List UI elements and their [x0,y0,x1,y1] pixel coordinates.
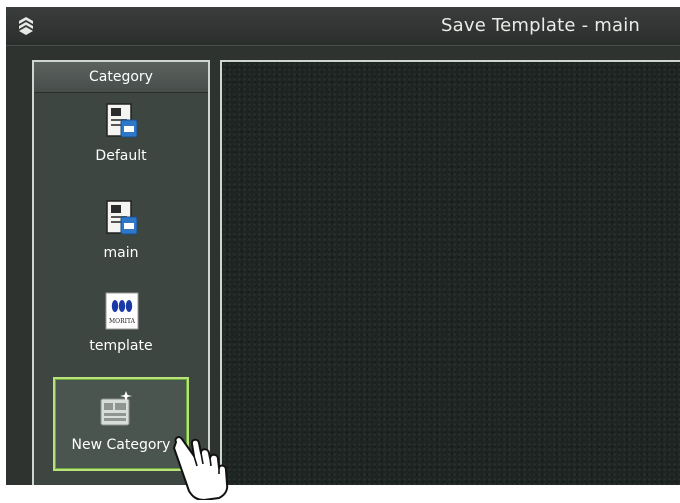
morita-logo-icon: MORITA [105,292,139,330]
category-label: Default [95,148,147,164]
category-label: template [89,338,153,354]
template-content-area[interactable] [220,60,680,485]
category-header: Category [34,62,208,93]
category-item-template[interactable]: MORITA template [44,292,198,382]
document-id-icon [106,103,138,138]
category-sidebar: Category Default main MORITA template Ne… [32,60,210,485]
svg-text:MORITA: MORITA [109,318,136,325]
app-logo-icon [19,17,33,35]
new-category-icon [100,391,132,426]
category-label: main [103,245,139,261]
category-item-main[interactable]: main [44,199,198,289]
title-bar: Save Template - main [6,7,680,46]
category-item-default[interactable]: Default [44,102,198,192]
document-id-icon [106,200,138,235]
hand-pointer-icon [173,436,229,500]
window-title: Save Template - main [441,15,640,36]
save-template-window: Save Template - main Category Default ma… [6,7,680,485]
